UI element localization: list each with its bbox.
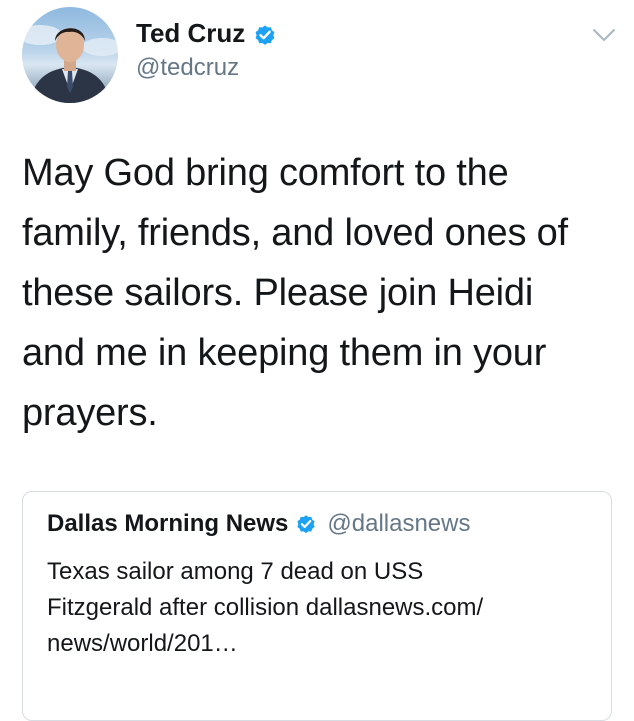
quoted-author-name: Dallas Morning News bbox=[47, 510, 289, 537]
author-name-row: Ted Cruz bbox=[136, 16, 277, 50]
avatar[interactable] bbox=[22, 7, 118, 103]
quoted-tweet-header: Dallas Morning News @dallasnews bbox=[47, 510, 471, 538]
author-handle[interactable]: @tedcruz bbox=[136, 52, 277, 84]
verified-badge-icon bbox=[295, 513, 317, 535]
tweet-header: Ted Cruz @tedcruz bbox=[136, 16, 277, 84]
avatar-photo bbox=[22, 25, 118, 103]
tweet: Ted Cruz @tedcruz May God bring comfort … bbox=[0, 0, 634, 721]
quoted-author-handle: @dallasnews bbox=[327, 510, 471, 537]
verified-badge-icon bbox=[253, 21, 277, 45]
tweet-text: May God bring comfort to the family, fri… bbox=[22, 152, 568, 434]
author-display-name[interactable]: Ted Cruz bbox=[136, 16, 245, 50]
quoted-tweet-card[interactable]: Dallas Morning News @dallasnews Texas sa… bbox=[22, 491, 612, 721]
chevron-down-icon[interactable] bbox=[592, 28, 616, 42]
quoted-tweet-text: Texas sailor among 7 dead on USS Fitzger… bbox=[47, 558, 484, 657]
